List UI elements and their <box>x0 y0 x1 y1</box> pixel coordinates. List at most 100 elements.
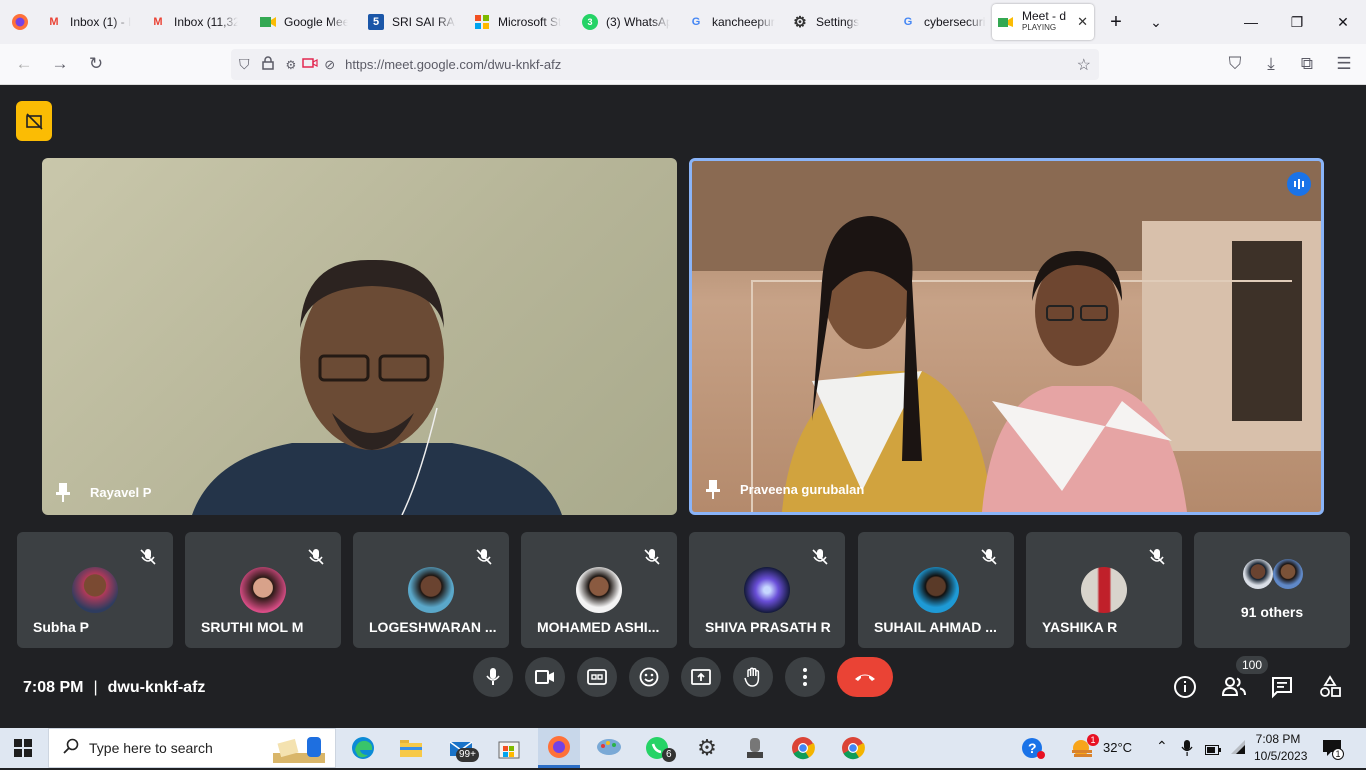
bookmark-star-icon[interactable]: ☆ <box>1077 55 1091 75</box>
weather-badge: 1 <box>1087 734 1099 746</box>
mic-off-icon <box>1146 546 1168 568</box>
pin-icon[interactable] <box>706 480 720 500</box>
weather-icon[interactable]: 1 <box>1068 734 1099 762</box>
settings-taskbar-icon[interactable]: ⚙ <box>692 734 722 762</box>
tab-settings[interactable]: ⚙ Settings <box>786 4 894 40</box>
notification-center-icon[interactable]: 1 <box>1322 738 1344 763</box>
shield-icon[interactable]: ⛉ <box>239 56 250 73</box>
chrome-icon[interactable] <box>788 734 818 762</box>
url-bar[interactable]: ⛉ ⚙ ⊘ https://meet.google.com/dwu-knkf-a… <box>231 49 1099 80</box>
participant-tile[interactable]: SRUTHI MOL M <box>185 532 341 648</box>
chat-button[interactable] <box>1270 675 1296 701</box>
tab-whatsapp[interactable]: 3 (3) WhatsAp <box>576 4 682 40</box>
tab-gmail-inbox-2[interactable]: M Inbox (11,32 <box>144 4 254 40</box>
clock-date: 10/5/2023 <box>1254 749 1308 763</box>
forward-arrow-icon[interactable]: → <box>42 48 78 80</box>
mic-off-icon <box>137 546 159 568</box>
pin-icon[interactable] <box>56 483 70 503</box>
more-options-button[interactable] <box>785 657 825 697</box>
paint-icon[interactable] <box>594 734 624 762</box>
help-icon[interactable]: ? <box>1018 734 1048 762</box>
participant-tile[interactable]: YASHIKA R <box>1026 532 1182 648</box>
others-tile[interactable]: 91 others <box>1194 532 1350 648</box>
avatar <box>1273 559 1303 589</box>
tab-kancheepuram[interactable]: G kancheepur <box>682 4 786 40</box>
participant-tile[interactable]: LOGESHWARAN ... <box>353 532 509 648</box>
wifi-icon[interactable] <box>1230 739 1246 760</box>
new-tab-button[interactable]: + <box>1094 0 1138 44</box>
minimize-button[interactable]: — <box>1228 0 1274 44</box>
svg-text:?: ? <box>1028 740 1037 756</box>
close-tab-icon[interactable]: ✕ <box>1077 14 1088 30</box>
recorder-icon[interactable] <box>740 734 770 762</box>
people-button[interactable] <box>1221 675 1249 701</box>
lock-icon[interactable] <box>261 56 274 73</box>
chevron-down-icon[interactable]: ⌄ <box>1138 0 1174 44</box>
avatar <box>744 567 790 613</box>
mail-icon[interactable]: 99+ <box>446 734 479 762</box>
taskbar-search-box[interactable]: Type here to search <box>48 728 336 768</box>
windows-start-icon[interactable] <box>14 739 32 762</box>
mail-badge: 99+ <box>456 748 479 762</box>
more-vertical-icon <box>803 668 807 686</box>
hamburger-menu-icon[interactable]: ☰ <box>1324 48 1364 80</box>
meeting-details-button[interactable] <box>1173 675 1199 701</box>
file-explorer-icon[interactable] <box>396 734 426 762</box>
autoplay-blocked-icon[interactable]: ⊘ <box>324 57 335 73</box>
tab-microsoft-store[interactable]: Microsoft St <box>468 4 576 40</box>
url-text[interactable]: https://meet.google.com/dwu-knkf-afz <box>345 57 561 72</box>
avatar <box>72 567 118 613</box>
camera-button[interactable] <box>525 657 565 697</box>
edge-icon[interactable] <box>348 734 378 762</box>
reload-icon[interactable]: ↻ <box>78 48 114 80</box>
whatsapp-taskbar-icon[interactable]: 6 <box>642 734 676 762</box>
participant-name: SHIVA PRASATH R <box>705 619 831 635</box>
avatar <box>913 567 959 613</box>
restore-button[interactable]: ❐ <box>1274 0 1320 44</box>
microsoft-store-icon[interactable] <box>494 734 524 762</box>
video-tile-main-1[interactable]: Rayavel P <box>42 158 677 515</box>
tab-sri-sai-ram[interactable]: 5 SRI SAI RAM <box>362 4 468 40</box>
gear-icon: ⚙ <box>793 14 807 31</box>
raise-hand-button[interactable] <box>733 657 773 697</box>
firefox-menu-icon[interactable] <box>0 6 40 38</box>
download-icon[interactable]: ⤓ <box>1252 48 1290 80</box>
tab-google-meet[interactable]: Google Mee <box>254 4 362 40</box>
participant-name: SRUTHI MOL M <box>201 619 304 635</box>
video-tile-main-2[interactable]: Praveena gurubalan <box>689 158 1324 515</box>
back-arrow-icon[interactable]: ← <box>6 48 42 80</box>
participant-tile[interactable]: SUHAIL AHMAD ... <box>858 532 1014 648</box>
participant-name: SUHAIL AHMAD ... <box>874 619 997 635</box>
people-icon <box>1221 677 1246 696</box>
tab-meet-active[interactable]: Meet - d PLAYING ✕ <box>992 4 1094 40</box>
search-highlight-icon <box>269 733 329 770</box>
mic-button[interactable] <box>473 657 513 697</box>
close-window-button[interactable]: ✕ <box>1320 0 1366 44</box>
chevron-up-icon[interactable]: ⌃ <box>1156 738 1168 755</box>
present-screen-button[interactable] <box>681 657 721 697</box>
pocket-icon[interactable]: ⛉ <box>1218 48 1252 80</box>
temperature-label[interactable]: 32°C <box>1103 740 1132 755</box>
tab-cybersecurity[interactable]: G cybersecurit <box>894 4 992 40</box>
activities-button[interactable] <box>1318 675 1344 701</box>
chrome-profile-icon[interactable] <box>838 734 868 762</box>
gmail-icon: M <box>49 16 59 28</box>
participant-name: Subha P <box>33 619 90 635</box>
participant-tile[interactable]: MOHAMED ASHI... <box>521 532 677 648</box>
permissions-icon[interactable]: ⚙ <box>286 58 297 72</box>
end-call-button[interactable] <box>837 657 893 697</box>
search-icon <box>63 738 79 759</box>
tab-gmail-inbox-1[interactable]: M Inbox (1) - I <box>40 4 144 40</box>
firefox-taskbar-icon[interactable] <box>538 728 580 768</box>
participant-tile[interactable]: SHIVA PRASATH R <box>689 532 845 648</box>
clock[interactable]: 7:08 PM 10/5/2023 <box>1254 731 1308 765</box>
camera-off-icon[interactable] <box>16 101 52 141</box>
captions-button[interactable] <box>577 657 617 697</box>
microphone-tray-icon[interactable] <box>1181 740 1193 761</box>
speaker-playing-icon <box>998 14 1014 30</box>
camera-in-use-icon[interactable] <box>302 57 318 72</box>
battery-icon[interactable] <box>1205 742 1221 760</box>
reactions-button[interactable] <box>629 657 669 697</box>
extensions-icon[interactable]: ⧉ <box>1290 48 1324 80</box>
participant-tile[interactable]: Subha P <box>17 532 173 648</box>
